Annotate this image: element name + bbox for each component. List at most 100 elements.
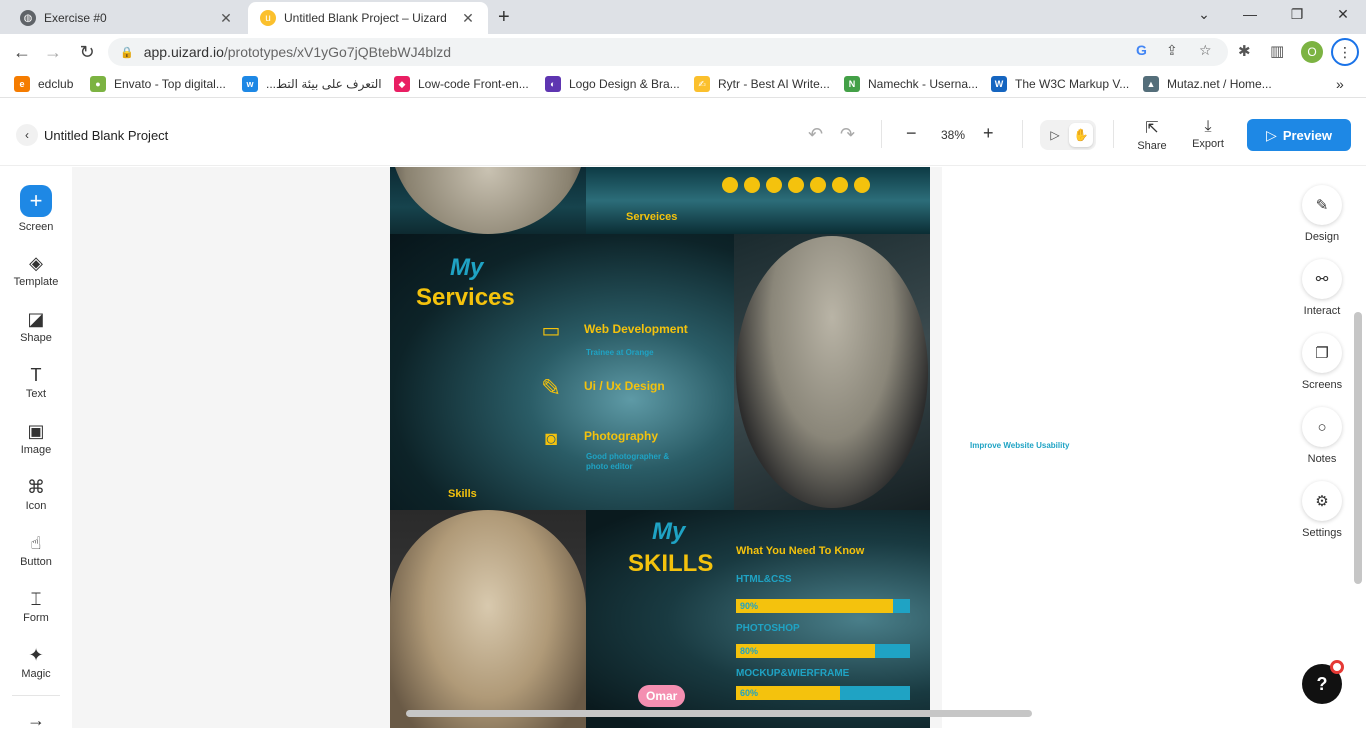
services-heading-my[interactable]: My bbox=[450, 254, 483, 282]
tool-magic[interactable]: ✦ Magic bbox=[0, 644, 72, 680]
service-title[interactable]: Web Development bbox=[584, 322, 688, 336]
services-section[interactable]: My Services ▭ Web Development Trainee at… bbox=[390, 234, 734, 510]
sidepanel-icon[interactable]: ▥ bbox=[1270, 42, 1284, 60]
url-input[interactable]: 🔒 app.uizard.io/prototypes/xV1yGo7jQBteb… bbox=[108, 38, 1228, 66]
skill-name[interactable]: MOCKUP&WIERFRAME bbox=[736, 668, 849, 679]
tool-icon[interactable]: ⌘ Icon bbox=[0, 476, 72, 512]
skills-subheading[interactable]: What You Need To Know bbox=[736, 545, 864, 557]
profile-avatar[interactable]: O bbox=[1301, 41, 1323, 63]
star-icon[interactable]: ☆ bbox=[1199, 42, 1212, 59]
screens-panel-button[interactable]: ❐ Screens bbox=[1290, 333, 1354, 391]
zoom-out-button[interactable]: − bbox=[906, 123, 917, 144]
tool-label: Screen bbox=[18, 221, 54, 233]
horizontal-scrollbar[interactable] bbox=[406, 710, 1032, 717]
window-close-button[interactable]: ✕ bbox=[1333, 6, 1353, 23]
arch-photo[interactable] bbox=[390, 510, 586, 728]
serveices-label[interactable]: Serveices bbox=[626, 211, 677, 223]
tool-screen[interactable]: + Screen bbox=[0, 185, 72, 233]
mail-icon[interactable] bbox=[788, 177, 804, 193]
linkedin-icon[interactable] bbox=[766, 177, 782, 193]
service-title[interactable]: Photography bbox=[584, 429, 658, 443]
new-tab-button[interactable]: + bbox=[498, 6, 510, 29]
collapse-toolbar-button[interactable]: → bbox=[0, 709, 72, 733]
phone-icon[interactable] bbox=[854, 177, 870, 193]
portrait-photo[interactable] bbox=[736, 236, 928, 508]
skill-bar[interactable]: 60% bbox=[736, 686, 910, 700]
notes-panel-button[interactable]: ○ Notes bbox=[1290, 407, 1354, 465]
pencil-icon[interactable]: ✎ bbox=[538, 377, 564, 401]
portrait-section[interactable] bbox=[734, 234, 930, 510]
twitter-icon[interactable] bbox=[810, 177, 826, 193]
service-title[interactable]: Ui / Ux Design bbox=[584, 379, 665, 393]
kebab-menu-icon[interactable]: ⋮ bbox=[1331, 38, 1359, 66]
skill-name[interactable]: PHOTOSHOP bbox=[736, 623, 800, 634]
project-title[interactable]: Untitled Blank Project bbox=[44, 128, 168, 143]
skill-name[interactable]: HTML&CSS bbox=[736, 574, 792, 585]
bookmark-item[interactable]: N Namechk - Userna... bbox=[844, 76, 978, 92]
bookmark-item[interactable]: ◆ Low-code Front-en... bbox=[394, 76, 529, 92]
tab-search-icon[interactable]: ⌄ bbox=[1194, 6, 1214, 23]
tool-shape[interactable]: ◪ Shape bbox=[0, 308, 72, 344]
laptop-icon[interactable]: ▭ bbox=[538, 320, 564, 342]
facebook-icon[interactable] bbox=[722, 177, 738, 193]
skills-heading-my[interactable]: My bbox=[652, 518, 685, 546]
tab-exercise[interactable]: ◍ Exercise #0 ✕ bbox=[8, 2, 246, 34]
photo-section[interactable] bbox=[390, 510, 586, 728]
undo-icon[interactable]: ↶ bbox=[808, 124, 823, 145]
extensions-icon[interactable]: ✱ bbox=[1238, 42, 1251, 60]
artboard[interactable]: Serveices My Services ▭ Web Development … bbox=[390, 167, 930, 728]
floating-text-element[interactable]: Improve Website Usability bbox=[970, 441, 1069, 450]
close-icon[interactable]: ✕ bbox=[218, 10, 234, 27]
settings-panel-button[interactable]: ⚙ Settings bbox=[1290, 481, 1354, 539]
skill-bar[interactable]: 90% bbox=[736, 599, 910, 613]
play-icon[interactable]: ▷ bbox=[1043, 123, 1067, 147]
bookmark-item[interactable]: ✍ Rytr - Best AI Write... bbox=[694, 76, 830, 92]
close-icon[interactable]: ✕ bbox=[460, 10, 476, 27]
export-button[interactable]: ⤓ Export bbox=[1188, 118, 1228, 150]
skills-label[interactable]: Skills bbox=[448, 488, 477, 500]
tool-template[interactable]: ◈ Template bbox=[0, 252, 72, 288]
zoom-level[interactable]: 38% bbox=[941, 128, 965, 142]
redo-icon[interactable]: ↷ bbox=[840, 124, 855, 145]
bookmark-item[interactable]: ◐ Logo Design & Bra... bbox=[545, 76, 680, 92]
hand-icon[interactable]: ✋ bbox=[1069, 123, 1093, 147]
bookmark-item[interactable]: W The W3C Markup V... bbox=[991, 76, 1129, 92]
maximize-button[interactable]: ❐ bbox=[1287, 6, 1307, 23]
camera-icon[interactable]: ◙ bbox=[538, 428, 564, 450]
canvas[interactable]: Serveices My Services ▭ Web Development … bbox=[72, 167, 1342, 728]
back-chevron-icon[interactable]: ‹ bbox=[16, 124, 38, 146]
services-heading[interactable]: Services bbox=[416, 284, 515, 312]
plus-icon: + bbox=[20, 185, 52, 217]
forward-arrow-icon[interactable]: → bbox=[42, 42, 64, 63]
bookmark-item[interactable]: ▲ Mutaz.net / Home... bbox=[1143, 76, 1272, 92]
zoom-in-button[interactable]: + bbox=[983, 123, 994, 144]
reload-icon[interactable]: ↻ bbox=[76, 42, 98, 63]
back-arrow-icon[interactable]: ← bbox=[11, 42, 33, 63]
share-button[interactable]: ⇱ Share bbox=[1132, 118, 1172, 152]
instagram-icon[interactable] bbox=[744, 177, 760, 193]
lock-icon: 🔒 bbox=[120, 46, 134, 59]
interact-panel-button[interactable]: ⚯ Interact bbox=[1290, 259, 1354, 317]
skill-bar[interactable]: 80% bbox=[736, 644, 910, 658]
design-panel-button[interactable]: ✎ Design bbox=[1290, 185, 1354, 243]
bookmark-item[interactable]: e edclub bbox=[14, 76, 73, 92]
bookmarks-overflow-button[interactable]: » bbox=[1336, 76, 1344, 92]
service-subtitle[interactable]: Trainee at Orange bbox=[586, 348, 686, 358]
tool-button[interactable]: ☝ Button bbox=[0, 532, 72, 568]
header-section[interactable]: Serveices bbox=[390, 167, 930, 234]
minimize-button[interactable]: — bbox=[1240, 6, 1260, 22]
profile-photo[interactable] bbox=[390, 167, 586, 234]
google-icon[interactable]: G bbox=[1136, 42, 1147, 58]
bookmark-item[interactable]: ● Envato - Top digital... bbox=[90, 76, 226, 92]
tool-form[interactable]: ⌶ Form bbox=[0, 588, 72, 624]
tool-text[interactable]: T Text bbox=[0, 364, 72, 400]
preview-button[interactable]: ▷ Preview bbox=[1247, 119, 1351, 151]
tab-uizard[interactable]: u Untitled Blank Project – Uizard ✕ bbox=[248, 2, 488, 34]
vertical-scrollbar[interactable] bbox=[1354, 312, 1362, 584]
skills-heading[interactable]: SKILLS bbox=[628, 550, 713, 578]
tool-image[interactable]: ▣ Image bbox=[0, 420, 72, 456]
service-subtitle[interactable]: Good photographer & photo editor bbox=[586, 452, 686, 472]
pinterest-icon[interactable] bbox=[832, 177, 848, 193]
bookmark-item[interactable]: w التعرف على بيئة التط... bbox=[242, 76, 382, 92]
share-page-icon[interactable]: ⇪ bbox=[1166, 42, 1178, 59]
